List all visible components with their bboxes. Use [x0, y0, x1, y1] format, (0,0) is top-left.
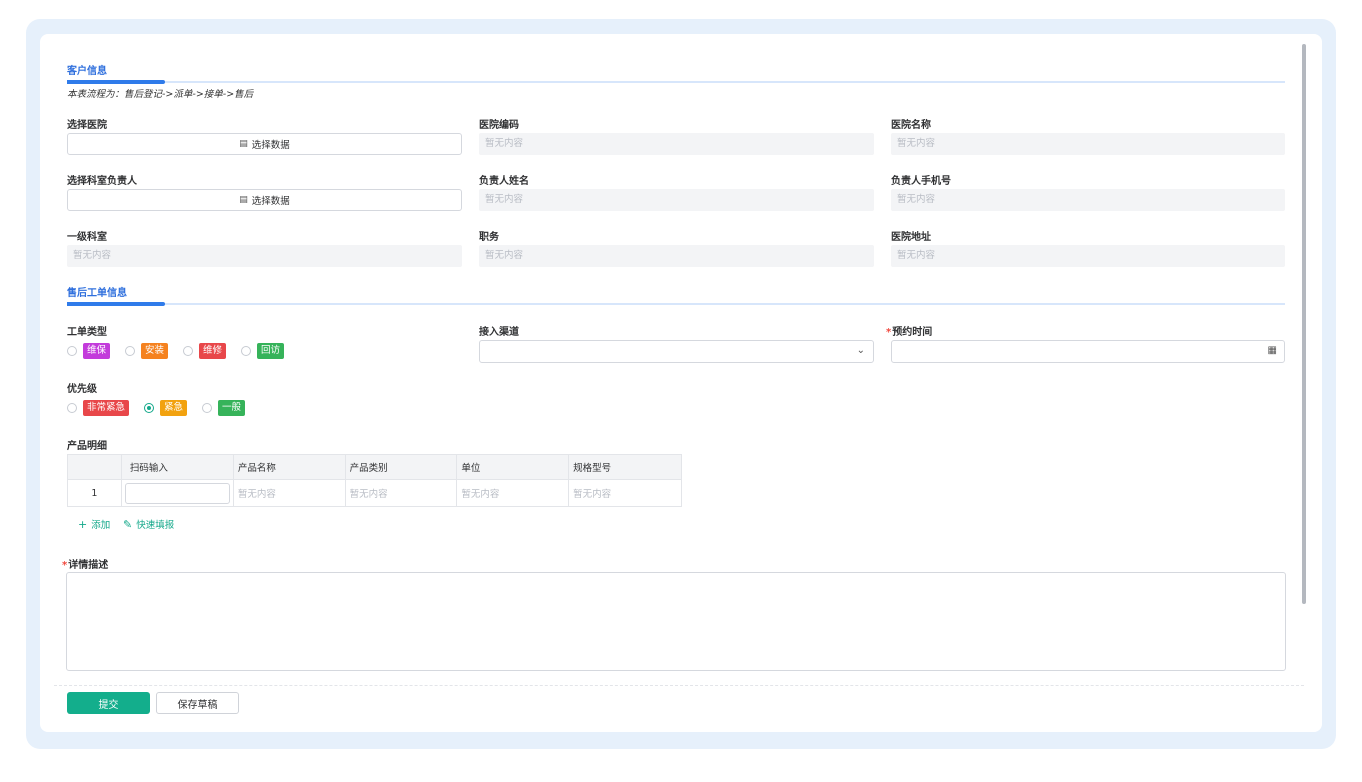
label-head-phone: 负责人手机号: [891, 176, 951, 187]
head-name-field: 暂无内容: [479, 189, 874, 211]
add-row-label: 添加: [91, 520, 111, 531]
add-row-button[interactable]: + 添加: [78, 517, 111, 532]
scan-cell: [120, 479, 234, 507]
order-type-option-weixiu[interactable]: 维修: [183, 343, 227, 359]
edit-icon: ✎: [123, 517, 133, 531]
table-row: 1 暂无内容 暂无内容 暂无内容 暂无内容: [67, 479, 682, 507]
col-header-name: 产品名称: [232, 454, 346, 480]
col-header-scan: 扫码输入: [120, 454, 234, 480]
priority-option-normal[interactable]: 一般: [202, 400, 246, 416]
label-priority: 优先级: [67, 384, 97, 395]
label-order-type: 工单类型: [67, 327, 107, 338]
tag-weibao: 维保: [83, 343, 111, 359]
order-type-option-huifang[interactable]: 回访: [241, 343, 285, 359]
select-dept-head-button[interactable]: ▤ 选择数据: [67, 189, 462, 211]
tag-weixiu: 维修: [199, 343, 227, 359]
row-index: 1: [67, 479, 122, 507]
cell-product-name: 暂无内容: [232, 479, 346, 507]
calendar-icon: ▦: [1267, 345, 1277, 356]
label-appointment: *预约时间: [886, 323, 932, 338]
tag-huifang: 回访: [257, 343, 285, 359]
scan-input[interactable]: [124, 482, 230, 504]
col-header-category: 产品类别: [344, 454, 458, 480]
col-header-unit: 单位: [456, 454, 570, 480]
order-type-option-weibao[interactable]: 维保: [67, 343, 111, 359]
label-primary-dept: 一级科室: [67, 232, 107, 243]
label-position: 职务: [479, 232, 499, 243]
hospital-address-field: 暂无内容: [891, 245, 1285, 267]
label-products: 产品明细: [67, 441, 107, 452]
label-select-hospital: 选择医院: [67, 120, 107, 131]
radio-icon: [241, 346, 252, 356]
select-hospital-button[interactable]: ▤ 选择数据: [67, 133, 462, 155]
section-title-order: 售后工单信息: [67, 288, 127, 299]
radio-checked-icon: [144, 403, 155, 413]
label-description: *详情描述: [62, 556, 108, 571]
head-phone-field: 暂无内容: [891, 189, 1285, 211]
cell-unit: 暂无内容: [456, 479, 570, 507]
label-hospital-name: 医院名称: [891, 120, 931, 131]
select-hospital-button-label: 选择数据: [251, 140, 290, 151]
tag-urgent: 紧急: [160, 400, 188, 416]
label-channel: 接入渠道: [479, 327, 519, 338]
col-header-spec: 规格型号: [568, 454, 682, 480]
product-table: 扫码输入 产品名称 产品类别 单位 规格型号 1 暂无内容 暂无内容 暂无内容 …: [67, 454, 682, 507]
channel-select[interactable]: ⌄: [479, 340, 874, 363]
label-hospital-address: 医院地址: [891, 232, 931, 243]
cell-product-category: 暂无内容: [344, 479, 458, 507]
label-hospital-code: 医院编码: [479, 120, 519, 131]
flow-note: 本表流程为：售后登记->派单->接单->售后: [67, 89, 254, 100]
radio-icon: [67, 403, 77, 413]
quick-fill-button[interactable]: ✎ 快速填报: [123, 517, 175, 532]
required-mark: *: [886, 327, 892, 338]
cell-spec: 暂无内容: [568, 479, 682, 507]
database-icon: ▤: [239, 139, 248, 149]
position-field: 暂无内容: [479, 245, 874, 267]
col-header-index: [67, 454, 122, 480]
quick-fill-label: 快速填报: [136, 520, 175, 531]
database-icon: ▤: [239, 195, 248, 205]
primary-dept-field: 暂无内容: [67, 245, 462, 267]
tag-very-urgent: 非常紧急: [83, 400, 130, 416]
priority-radio-group: 非常紧急 紧急 一般: [67, 400, 260, 416]
select-dept-head-button-label: 选择数据: [251, 196, 290, 207]
footer-divider: [54, 685, 1304, 686]
section-divider-order: [67, 302, 1285, 306]
section-divider-customer: [67, 80, 1285, 84]
hospital-code-field: 暂无内容: [479, 133, 874, 155]
radio-icon: [183, 346, 194, 356]
label-appointment-text: 预约时间: [892, 327, 933, 338]
scrollbar-thumb[interactable]: [1302, 44, 1306, 604]
label-select-dept-head: 选择科室负责人: [67, 176, 137, 187]
submit-button[interactable]: 提交: [67, 692, 150, 714]
required-mark: *: [62, 560, 68, 571]
label-head-name: 负责人姓名: [479, 176, 529, 187]
order-type-option-anzhuang[interactable]: 安装: [125, 343, 169, 359]
description-textarea[interactable]: [66, 572, 1286, 671]
tag-anzhuang: 安装: [141, 343, 169, 359]
appointment-date-input[interactable]: ▦: [891, 340, 1285, 363]
section-title-customer: 客户信息: [67, 66, 107, 77]
hospital-name-field: 暂无内容: [891, 133, 1285, 155]
tag-normal: 一般: [218, 400, 246, 416]
radio-icon: [125, 346, 136, 356]
plus-icon: +: [78, 517, 88, 531]
priority-option-urgent[interactable]: 紧急: [144, 400, 188, 416]
order-type-radio-group: 维保 安装 维修 回访: [67, 343, 299, 359]
radio-icon: [202, 403, 213, 413]
save-draft-button[interactable]: 保存草稿: [156, 692, 239, 714]
radio-icon: [67, 346, 77, 356]
chevron-down-icon: ⌄: [856, 345, 865, 356]
label-description-text: 详情描述: [68, 560, 109, 571]
priority-option-very-urgent[interactable]: 非常紧急: [67, 400, 130, 416]
